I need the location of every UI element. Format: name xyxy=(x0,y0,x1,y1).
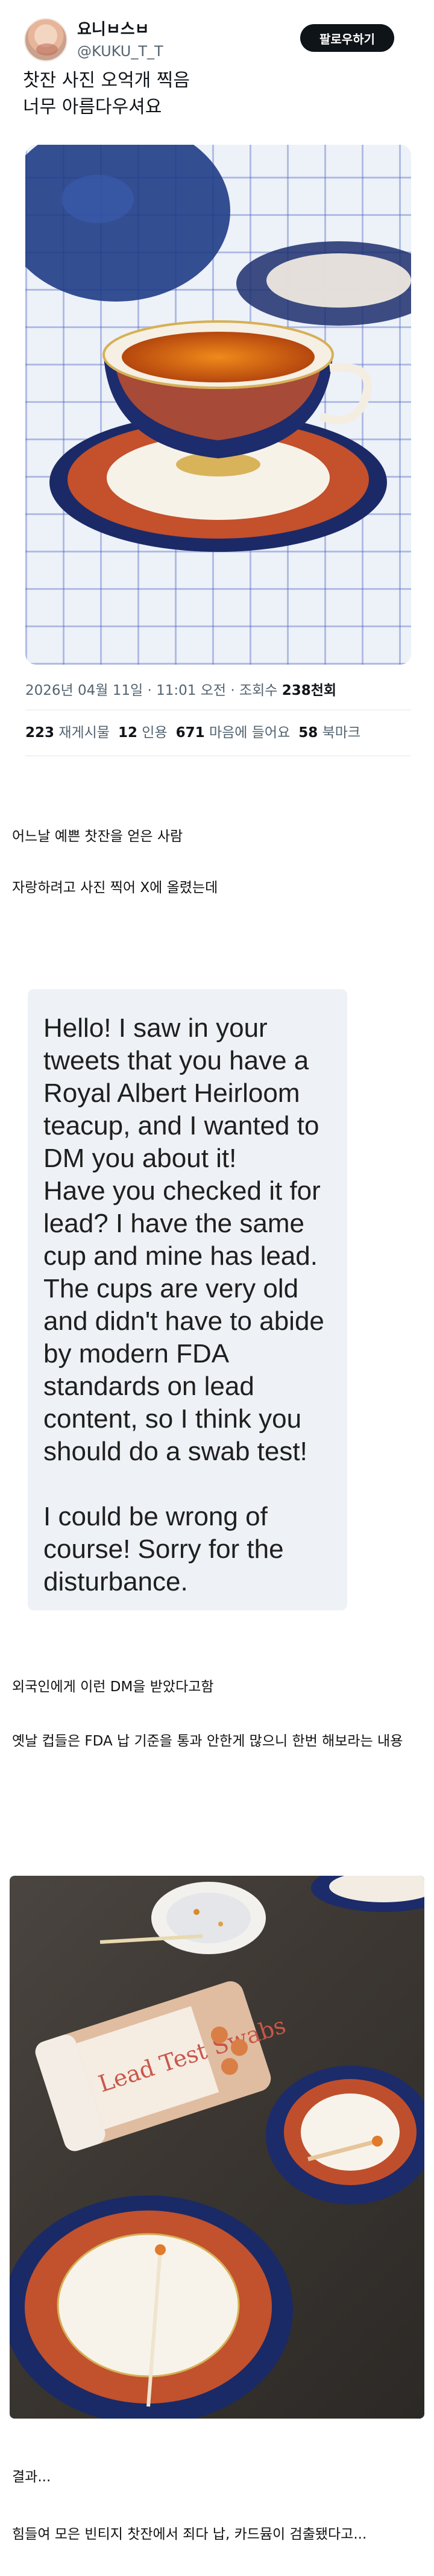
swab-test-illustration: Lead Test Swabs xyxy=(10,1876,424,2419)
tweet-text: 찻잔 사진 오억개 찍음 너무 아름다우셔요 xyxy=(23,70,190,118)
follow-button[interactable]: 팔로우하기 xyxy=(300,24,394,52)
tweet-card: 요니ㅂ스ㅂ @KUKU_T_T 팔로우하기 찻잔 사진 오억개 찍음 너무 아름… xyxy=(0,0,434,766)
divider xyxy=(25,709,411,710)
tweet-stats: 223 재게시물 12 인용 671 마음에 들어요 58 북마크 xyxy=(25,724,360,742)
swab-test-photo[interactable]: Lead Test Swabs xyxy=(10,1876,424,2419)
retweets-stat[interactable]: 223 재게시물 xyxy=(25,724,110,742)
teacup-illustration xyxy=(25,145,411,552)
likes-stat[interactable]: 671 마음에 들어요 xyxy=(176,724,291,742)
caption-text: 힘들여 모은 빈티지 찻잔에서 죄다 납, 카드뮴이 검출됐다고... xyxy=(12,2527,367,2542)
quotes-stat[interactable]: 12 인용 xyxy=(118,724,168,742)
divider xyxy=(25,755,411,756)
caption-text: 외국인에게 이런 DM을 받았다고함 xyxy=(12,1679,214,1695)
user-handle[interactable]: @KUKU_T_T xyxy=(77,42,163,60)
caption-text: 결과... xyxy=(12,2469,51,2485)
bookmarks-stat[interactable]: 58 북마크 xyxy=(298,724,360,742)
avatar[interactable] xyxy=(24,18,68,62)
caption-text: 옛날 컵들은 FDA 납 기준을 통과 안한게 많으니 한번 해보라는 내용 xyxy=(12,1733,403,1749)
dm-message-bubble: Hello! I saw in your tweets that you hav… xyxy=(28,989,347,1610)
timestamp[interactable]: 2026년 04월 11일 · 11:01 오전 · 조회수 238천회 xyxy=(25,682,336,700)
caption-text: 어느날 예쁜 찻잔을 얻은 사람 xyxy=(12,829,183,844)
caption-text: 자랑하려고 사진 찍어 X에 올렸는데 xyxy=(12,880,218,896)
teacup-photo[interactable] xyxy=(25,145,411,665)
display-name[interactable]: 요니ㅂ스ㅂ xyxy=(77,19,149,40)
